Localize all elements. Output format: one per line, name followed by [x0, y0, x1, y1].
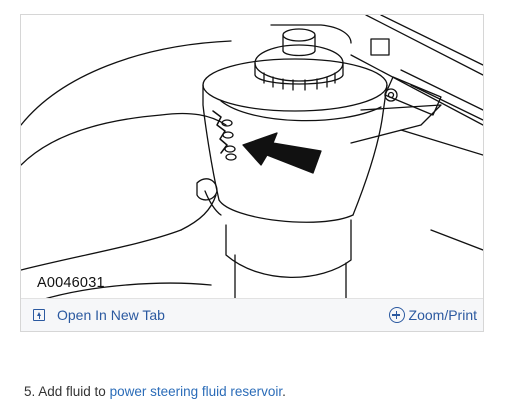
step-prefix: 5. Add fluid to: [24, 384, 110, 399]
figure-toolbar: Open In New Tab Zoom/Print: [21, 298, 483, 331]
step-suffix: .: [282, 384, 286, 399]
open-in-new-tab-button[interactable]: Open In New Tab: [33, 299, 165, 331]
zoom-print-button[interactable]: Zoom/Print: [388, 299, 477, 331]
figure-id-label: A0046031: [37, 275, 105, 291]
zoom-print-label: Zoom/Print: [408, 307, 477, 323]
open-in-new-tab-icon: [33, 309, 45, 321]
reservoir-illustration: [21, 15, 483, 300]
procedure-step: 5. Add fluid to power steering fluid res…: [24, 384, 286, 399]
figure-card: A0046031 Open In New Tab Zoom/Print: [20, 14, 484, 332]
open-in-new-tab-label: Open In New Tab: [57, 307, 165, 323]
zoom-plus-icon: [388, 307, 405, 323]
power-steering-reservoir-link[interactable]: power steering fluid reservoir: [110, 384, 283, 399]
